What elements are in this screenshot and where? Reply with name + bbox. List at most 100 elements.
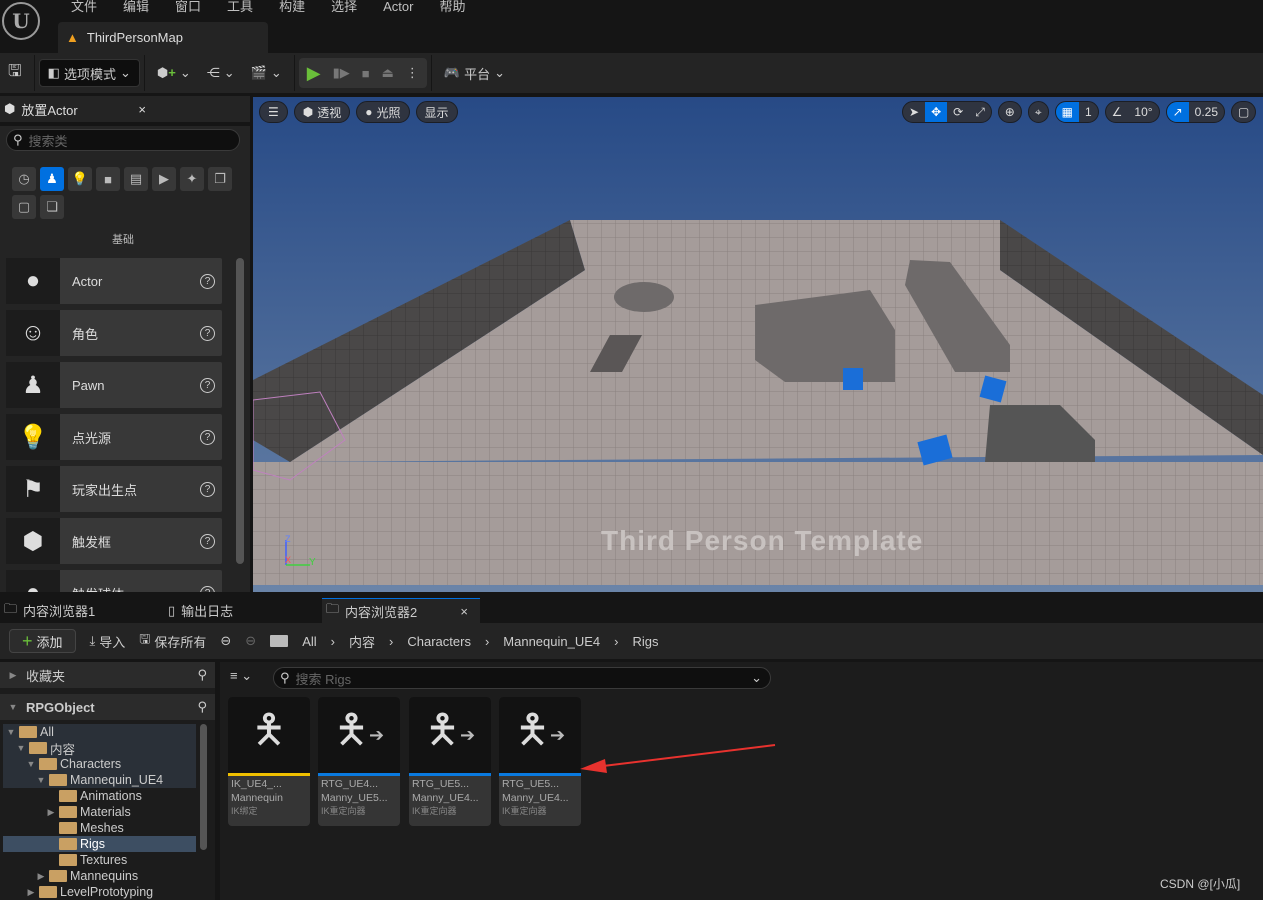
translate-tool-icon[interactable]: ✥ (925, 102, 948, 122)
help-icon[interactable]: ? (200, 273, 215, 289)
add-button[interactable]: + 添加 (9, 629, 76, 653)
actor-item-pawn[interactable]: ♟ Pawn? (6, 362, 222, 408)
tree-node-mannequin-ue4[interactable]: ▼ Mannequin_UE4 (0, 772, 215, 788)
actor-item-actor[interactable]: ● Actor? (6, 258, 222, 304)
menu-edit[interactable]: 编辑 (110, 0, 162, 20)
help-icon[interactable]: ? (200, 481, 215, 497)
tab-content-browser-2[interactable]: 🗀 内容浏览器2 × (322, 598, 480, 623)
grid-snap-toggle[interactable]: ▦ 1 (1054, 101, 1099, 123)
tree-node-animations[interactable]: Animations (0, 788, 215, 804)
cinematic-icon[interactable]: ▤ (124, 167, 148, 191)
breadcrumb-item[interactable]: Mannequin_UE4 (503, 634, 600, 649)
tree-node-textures[interactable]: Textures (0, 852, 215, 868)
actor-item-player-start[interactable]: ⚑ 玩家出生点? (6, 466, 222, 512)
menu-window[interactable]: 窗口 (162, 0, 214, 20)
lights-icon[interactable]: 💡 (68, 167, 92, 191)
asset-tile[interactable]: 🯅 ➔ RTG_UE4... Manny_UE5... IK重定向器 (318, 697, 400, 826)
blueprint-button[interactable]: ⋲ ⌄ (199, 59, 243, 87)
mode-dropdown[interactable]: ◧ 选项模式 ⌄ (38, 59, 140, 87)
help-icon[interactable]: ? (200, 533, 215, 549)
close-icon[interactable]: × (138, 102, 146, 117)
class-search-input[interactable]: ⚲ 搜索类 (6, 129, 240, 151)
tree-node-all[interactable]: ▼ All (0, 724, 215, 740)
actor-item-character[interactable]: ☺ 角色? (6, 310, 222, 356)
forward-icon[interactable]: ⊖ (245, 633, 256, 649)
menu-file[interactable]: 文件 (58, 0, 110, 20)
asset-tile[interactable]: 🯅 IK_UE4_... Mannequin IK绑定 (228, 697, 310, 826)
level-viewport[interactable]: Third Person Template Z X Y ☰ ⬢ 透视 ● 光照 显示… (253, 97, 1263, 592)
eject-icon[interactable]: ⏏ (382, 65, 394, 81)
tree-node-content[interactable]: ▼ 内容 (0, 740, 215, 757)
viewport-menu-button[interactable]: ☰ (259, 101, 288, 123)
platform-button[interactable]: 🎮 平台 ⌄ (436, 59, 513, 87)
tree-node-materials[interactable]: ▶ Materials (0, 804, 215, 820)
tree-node-mannequins[interactable]: ▶ Mannequins (0, 868, 215, 884)
help-icon[interactable]: ? (200, 377, 215, 393)
tree-node-meshes[interactable]: Meshes (0, 820, 215, 836)
select-tool-icon[interactable]: ➤ (903, 102, 925, 122)
actor-item-trigger-box[interactable]: ⬢ 触发框? (6, 518, 222, 564)
show-button[interactable]: 显示 (415, 101, 458, 123)
geometry-icon[interactable]: ❐ (208, 167, 232, 191)
basic-icon[interactable]: ♟ (40, 167, 64, 191)
tab-content-browser-1[interactable]: 🗀 内容浏览器1 (0, 598, 150, 623)
help-icon[interactable]: ? (200, 429, 215, 445)
project-header[interactable]: ▼ RPGObject ⚲ (0, 694, 215, 720)
stop-icon[interactable]: ■ (362, 66, 370, 81)
asset-tile[interactable]: 🯅 ➔ RTG_UE5... Manny_UE4... IK重定向器 (499, 697, 581, 826)
tab-output-log[interactable]: ▯ 输出日志 (164, 598, 314, 623)
add-actor-button[interactable]: ⬢+ ⌄ (149, 59, 199, 87)
cinematics-button[interactable]: 🎬 ⌄ (243, 59, 290, 87)
volumes-icon[interactable]: ▢ (12, 195, 36, 219)
tree-node-characters[interactable]: ▼ Characters (0, 756, 215, 772)
menu-build[interactable]: 构建 (266, 0, 318, 20)
actor-list-scrollbar[interactable] (236, 258, 244, 564)
more-options-icon[interactable]: ⋮ (406, 65, 419, 81)
close-icon[interactable]: × (460, 604, 468, 619)
surface-snap-icon[interactable]: ⌖ (1029, 102, 1048, 122)
help-icon[interactable]: ? (200, 585, 215, 592)
menu-actor[interactable]: Actor (370, 0, 426, 20)
tree-scrollbar[interactable] (200, 724, 207, 850)
tree-node-rigs[interactable]: Rigs (3, 836, 196, 852)
world-space-icon[interactable]: ⊕ (999, 102, 1021, 122)
rotation-snap-toggle[interactable]: ∠ 10° (1104, 101, 1160, 123)
actor-item-trigger-sphere[interactable]: ●触发球体? (6, 570, 222, 592)
menu-help[interactable]: 帮助 (426, 0, 478, 20)
rotate-tool-icon[interactable]: ⟳ (947, 102, 969, 122)
map-tab[interactable]: ▲ ThirdPersonMap (58, 22, 268, 53)
menu-select[interactable]: 选择 (318, 0, 370, 20)
perspective-button[interactable]: ⬢ 透视 (293, 101, 351, 123)
breadcrumb-item[interactable]: Characters (407, 634, 471, 649)
recent-icon[interactable]: ◷ (12, 167, 36, 191)
scale-tool-icon[interactable]: ⤢ (969, 102, 991, 122)
asset-tile[interactable]: 🯅 ➔ RTG_UE5... Manny_UE4... IK重定向器 (409, 697, 491, 826)
breadcrumb-item[interactable]: 内容 (349, 632, 375, 651)
scale-snap-toggle[interactable]: ↗ 0.25 (1165, 101, 1225, 123)
search-icon[interactable]: ⚲ (197, 667, 207, 683)
maximize-icon[interactable]: ▢ (1232, 102, 1255, 122)
menu-tools[interactable]: 工具 (214, 0, 266, 20)
actor-item-point-light[interactable]: 💡 点光源? (6, 414, 222, 460)
lighting-button[interactable]: ● 光照 (356, 101, 410, 123)
shapes-icon[interactable]: ■ (96, 167, 120, 191)
unreal-logo[interactable]: U (2, 2, 40, 40)
step-icon[interactable]: ▮▶ (333, 65, 350, 81)
place-actor-tab[interactable]: ⬢ 放置Actor × (0, 96, 156, 122)
back-icon[interactable]: ⊖ (220, 633, 231, 649)
breadcrumb-item[interactable]: All (302, 634, 316, 649)
filter-button[interactable]: ≡ ⌄ (230, 668, 252, 684)
tree-node-levelprototyping[interactable]: ▶ LevelPrototyping (0, 884, 215, 900)
all-classes-icon[interactable]: ❏ (40, 195, 64, 219)
visual-effects-icon[interactable]: ▶ (152, 167, 176, 191)
save-all-button[interactable]: 🖫 保存所有 (139, 627, 206, 655)
help-icon[interactable]: ? (200, 325, 215, 341)
search-icon[interactable]: ⚲ (197, 699, 207, 715)
save-icon[interactable]: 🖫 (0, 59, 30, 87)
chevron-down-icon[interactable]: ⌄ (751, 670, 762, 686)
breadcrumb-item[interactable]: Rigs (632, 634, 658, 649)
import-button[interactable]: ⤓ 导入 (90, 627, 126, 655)
favorites-header[interactable]: ▶ 收藏夹 ⚲ (0, 662, 215, 688)
asset-search-input[interactable]: ⚲ 搜索 Rigs ⌄ (273, 667, 771, 689)
play-icon[interactable]: ▶ (307, 63, 321, 84)
